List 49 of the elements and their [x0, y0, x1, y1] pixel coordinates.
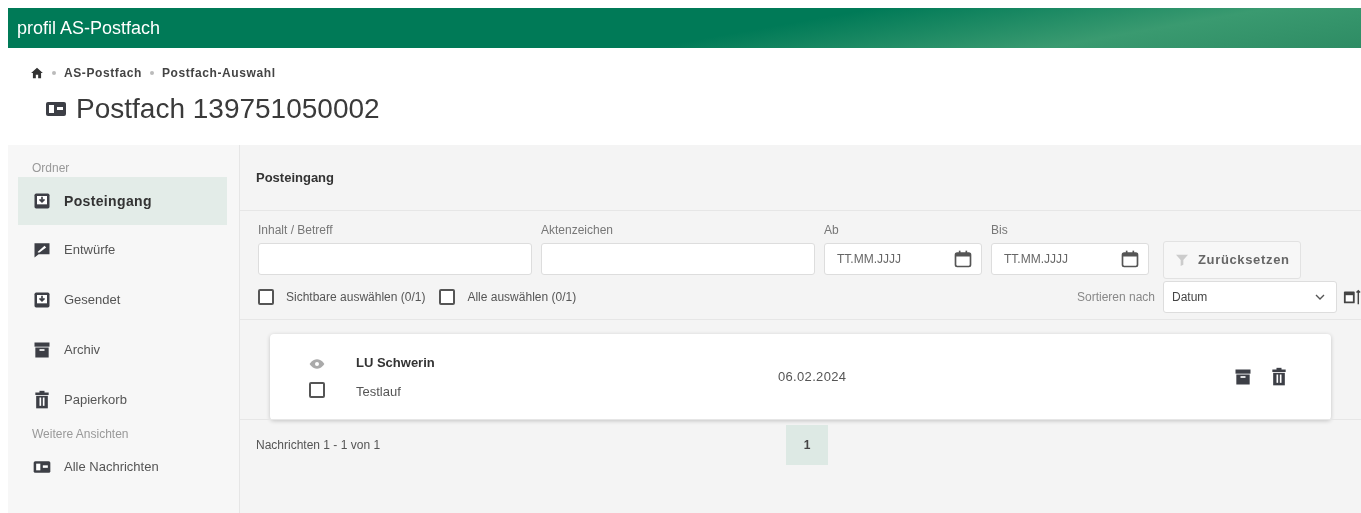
- panel-title: Posteingang: [256, 168, 334, 187]
- sort-select[interactable]: Datum: [1163, 281, 1337, 313]
- calendar-icon[interactable]: [953, 249, 973, 269]
- filter-icon: [1174, 252, 1190, 268]
- checkbox[interactable]: [258, 289, 274, 305]
- checkbox-label: Alle auswählen (0/1): [467, 289, 577, 306]
- sidebar-item[interactable]: Alle Nachrichten: [18, 443, 227, 491]
- message-sender: LU Schwerin: [356, 353, 436, 372]
- section-heading: Ordner: [31, 160, 71, 177]
- reset-button[interactable]: Zurücksetzen: [1163, 241, 1301, 279]
- message-subject: Testlauf: [356, 383, 402, 401]
- breadcrumb-link[interactable]: Postfach-Auswahl: [161, 64, 276, 82]
- breadcrumb-separator: [149, 71, 154, 75]
- field-label: Inhalt / Betreff: [258, 222, 334, 239]
- date-field[interactable]: TT.MM.JJJJ: [824, 243, 982, 275]
- message-checkbox[interactable]: [309, 382, 325, 398]
- breadcrumb-link[interactable]: AS-Postfach: [64, 64, 142, 82]
- sort-order-icon[interactable]: [1343, 288, 1361, 306]
- home-icon[interactable]: [30, 66, 44, 80]
- trash-icon: [32, 390, 52, 410]
- sidebar-item[interactable]: Entwürfe: [18, 225, 227, 275]
- text-field[interactable]: [541, 243, 815, 275]
- trash-icon: [1269, 367, 1289, 387]
- message-count: Nachrichten 1 - 1 von 1: [256, 436, 382, 454]
- calendar-icon[interactable]: [1120, 249, 1140, 269]
- breadcrumb-separator: [52, 71, 56, 75]
- section-heading: Weitere Ansichten: [31, 426, 130, 443]
- text-field[interactable]: [258, 243, 532, 275]
- page-title: Postfach 139751050002: [76, 92, 380, 126]
- message-date: 06.02.2024: [778, 368, 847, 387]
- app-title: profil AS-Postfach: [17, 16, 161, 40]
- message-card[interactable]: LU Schwerin Testlauf 06.02.2024: [270, 334, 1331, 420]
- checkbox-label: Sichtbare auswählen (0/1): [286, 289, 426, 306]
- inbox-icon: [32, 290, 52, 310]
- field-label: Aktenzeichen: [541, 222, 615, 239]
- sort-label: Sortieren nach: [1076, 289, 1155, 306]
- page-button[interactable]: 1: [786, 424, 828, 465]
- field-label: Ab: [824, 222, 840, 239]
- sidebar-item[interactable]: Gesendet: [18, 275, 227, 325]
- sidebar-item[interactable]: Archiv: [18, 325, 227, 375]
- inbox-icon: [32, 191, 52, 211]
- archive-icon: [1233, 367, 1253, 387]
- archive-icon: [32, 340, 52, 360]
- draft-icon: [32, 240, 52, 260]
- field-label: Bis: [991, 222, 1009, 239]
- sidebar-item[interactable]: Posteingang: [18, 177, 227, 225]
- checkbox[interactable]: [439, 289, 456, 305]
- sidebar-item[interactable]: Papierkorb: [18, 375, 227, 425]
- date-field[interactable]: TT.MM.JJJJ: [991, 243, 1149, 275]
